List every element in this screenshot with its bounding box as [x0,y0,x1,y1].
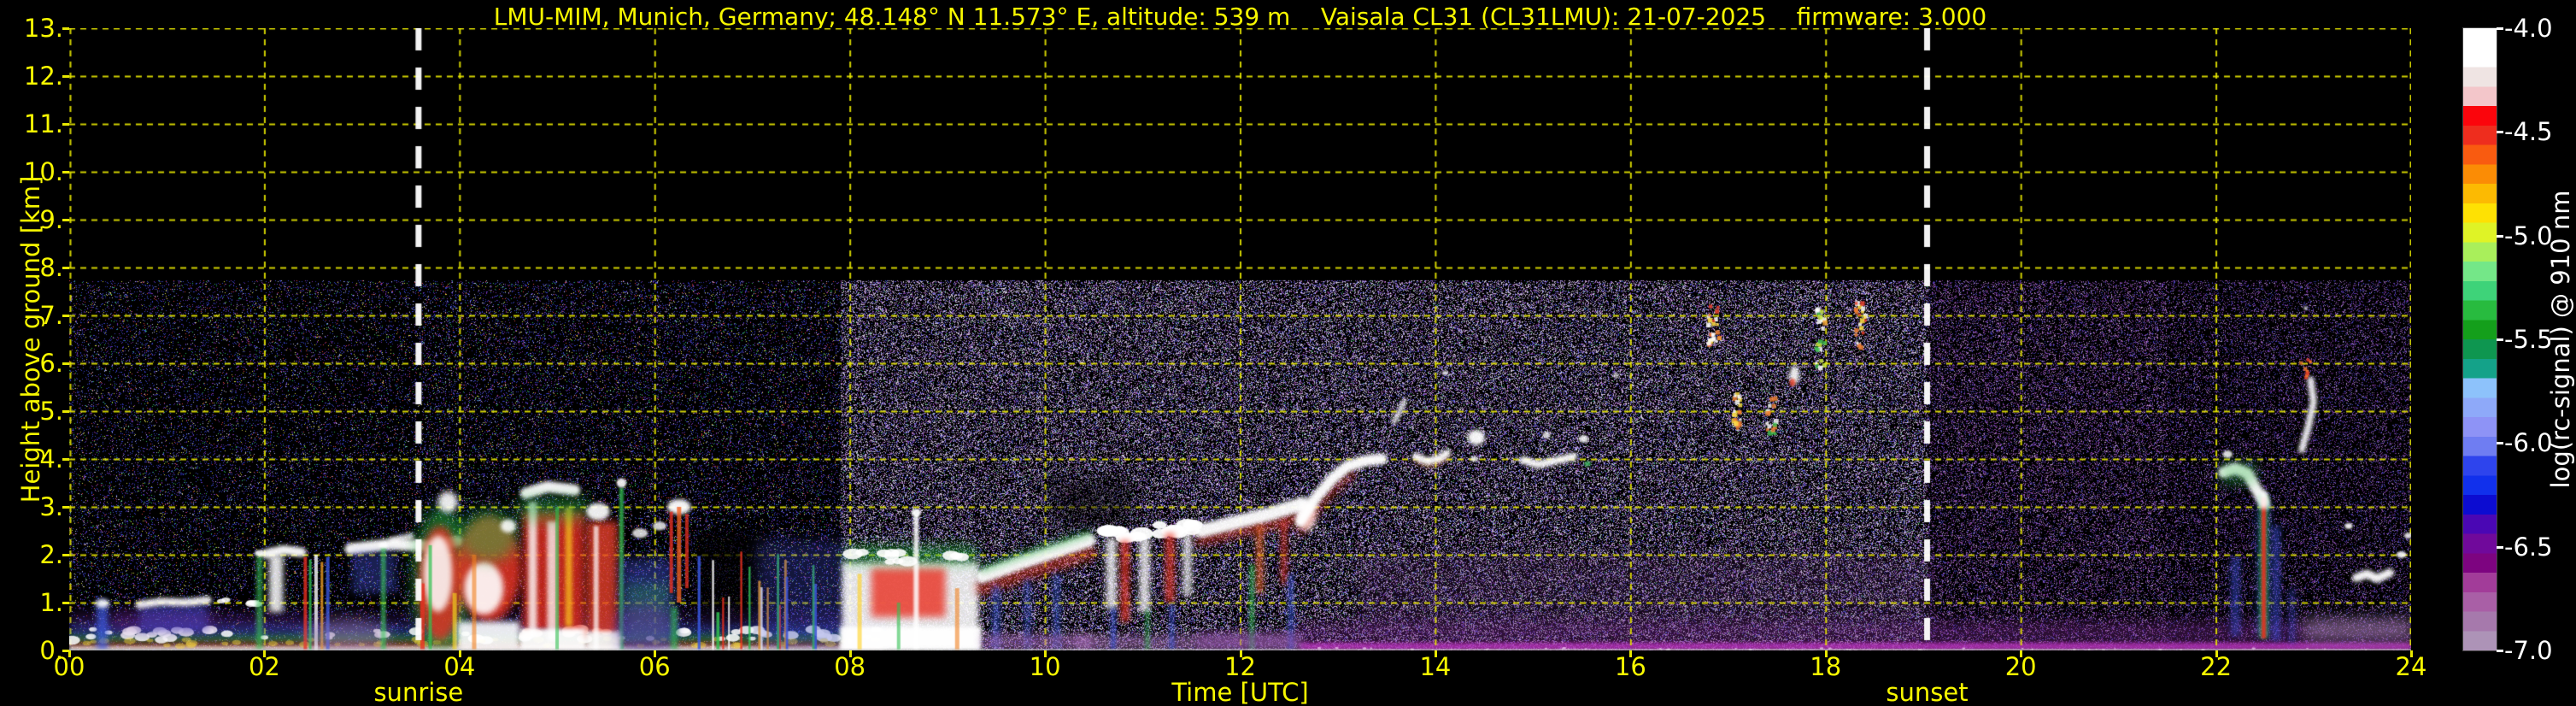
y-tick-mark [62,362,69,365]
colorbar-tick-mark [2497,442,2503,445]
x-axis-label: Time [UTC] [1171,678,1309,706]
x-tick-mark [654,650,657,657]
y-tick-mark [62,554,69,556]
x-tick-mark [1434,650,1437,657]
colorbar-tick-label: -4.5 [2504,117,2553,147]
y-tick-mark [62,650,69,652]
y-tick-label: 11. [23,109,63,138]
y-tick-label: 1. [39,588,63,617]
y-tick-mark [62,602,69,604]
y-tick-label: 5. [39,397,63,426]
y-tick-label: 10. [23,157,63,186]
y-tick-label: 4. [39,444,63,474]
x-tick-mark [2215,650,2218,657]
y-tick-mark [62,75,69,78]
y-tick-label: 12. [23,62,63,91]
y-tick-mark [62,506,69,509]
y-tick-label: 13. [23,14,63,43]
y-tick-label: 3. [39,492,63,521]
colorbar-tick-label: -6.5 [2504,532,2553,562]
colorbar-tick-mark [2497,234,2503,238]
y-tick-label: 6. [39,349,63,378]
heatmap-canvas [69,28,2411,650]
y-tick-mark [62,171,69,174]
ceilometer-quicklook-page: LMU-MIM, Munich, Germany; 48.148° N 11.5… [0,0,2576,706]
y-tick-label: 9. [39,205,63,234]
colorbar-tick-mark [2497,338,2503,341]
colorbar-tick-mark [2497,27,2503,30]
y-tick-mark [62,410,69,413]
x-tick-mark [1239,650,1242,657]
x-tick-mark [263,650,267,657]
x-tick-mark [458,650,461,657]
x-tick-mark [848,650,852,657]
y-tick-label: 8. [39,253,63,282]
colorbar-tick-mark [2497,650,2503,652]
colorbar-label: log(rc-signal) @ 910 nm [2546,190,2575,489]
y-tick-mark [62,267,69,269]
colorbar-tick-label: -7.0 [2504,636,2553,665]
y-tick-mark [62,219,69,221]
y-tick-label: 7. [39,301,63,330]
x-tick-mark [1629,650,1633,657]
plot-title: LMU-MIM, Munich, Germany; 48.148° N 11.5… [493,3,1987,31]
y-tick-label: 2. [39,540,63,569]
x-tick-mark [1044,650,1047,657]
x-tick-mark [1824,650,1828,657]
y-tick-mark [62,27,69,30]
y-tick-mark [62,315,69,317]
x-tick-mark [2020,650,2023,657]
y-tick-mark [62,458,69,461]
colorbar-tick-mark [2497,545,2503,549]
colorbar [2462,27,2497,651]
colorbar-tick-label: -4.0 [2504,14,2553,43]
x-tick-mark [2410,650,2413,657]
colorbar-tick-mark [2497,131,2503,134]
y-tick-mark [62,123,69,126]
